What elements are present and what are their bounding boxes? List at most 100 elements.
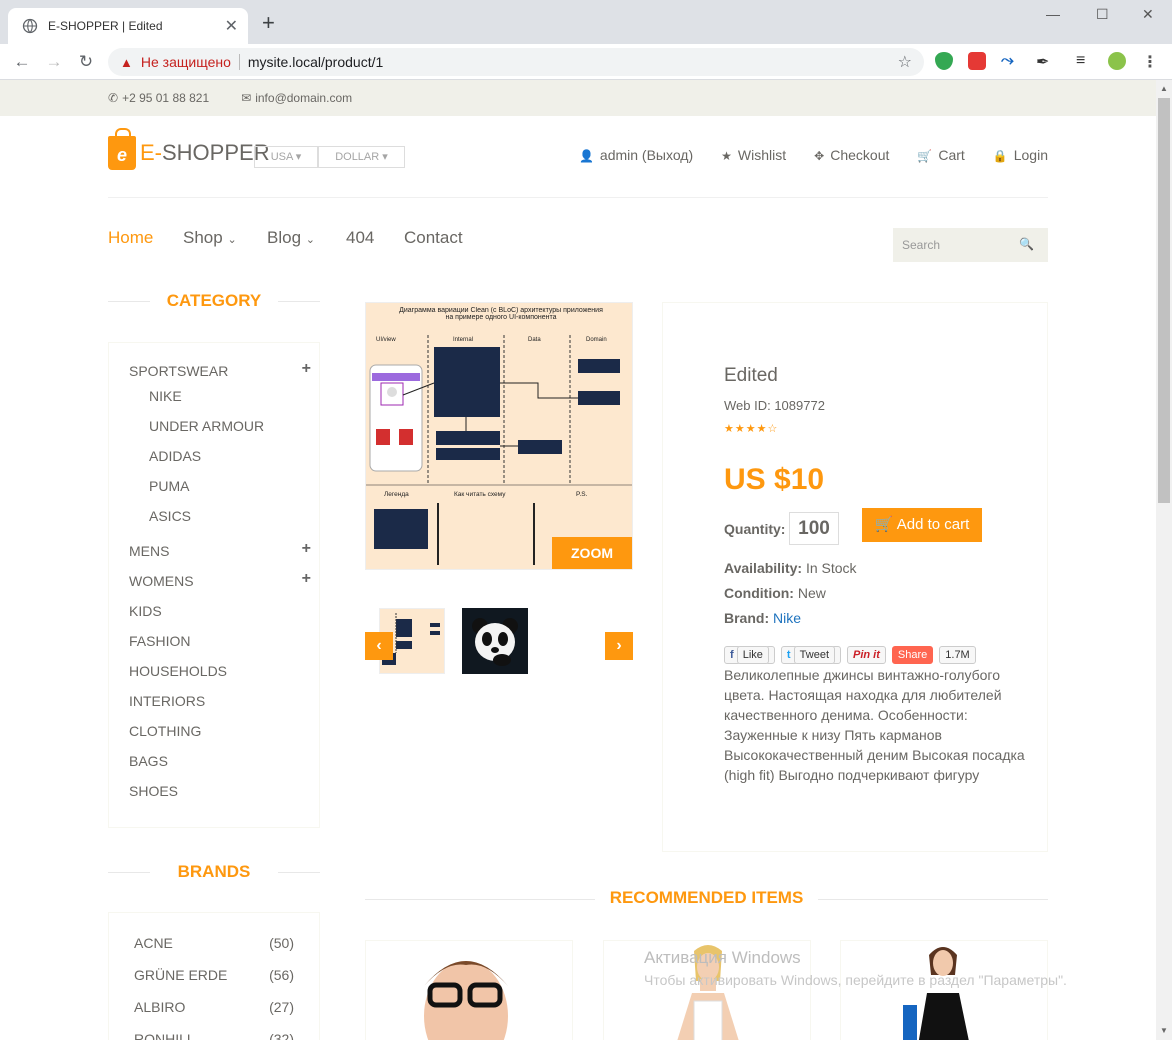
thumbnail-panda[interactable] bbox=[462, 608, 528, 674]
url-text: mysite.local/product/1 bbox=[247, 54, 384, 70]
brand-label: Brand: bbox=[724, 610, 770, 626]
quantity-input[interactable]: 100 bbox=[789, 512, 839, 545]
subcategory-nike[interactable]: NIKE bbox=[149, 388, 182, 404]
brand-link[interactable]: Nike bbox=[773, 610, 801, 626]
pinterest-button[interactable]: Pin it bbox=[847, 646, 886, 664]
country-dropdown[interactable]: USA ▾ bbox=[254, 146, 318, 168]
brand-item[interactable]: GRÜNE ERDE (56) bbox=[134, 967, 294, 983]
currency-value: DOLLAR bbox=[335, 151, 380, 163]
new-tab-icon[interactable]: + bbox=[262, 12, 275, 34]
facebook-like-button[interactable]: f Like bbox=[724, 646, 775, 664]
maximize-icon[interactable]: ☐ bbox=[1096, 6, 1109, 23]
category-households[interactable]: HOUSEHOLDS bbox=[129, 663, 227, 679]
chevron-down-icon: ⌄ bbox=[227, 234, 237, 246]
category-interiors[interactable]: INTERIORS bbox=[129, 693, 205, 709]
minimize-icon[interactable]: — bbox=[1046, 6, 1060, 22]
recommended-item[interactable] bbox=[365, 940, 573, 1040]
login-link[interactable]: 🔒 Login bbox=[993, 147, 1048, 163]
brand-item[interactable]: ACNE (50) bbox=[134, 935, 294, 951]
profile-avatar[interactable] bbox=[1108, 52, 1126, 70]
diagram-legend-label: Легенда bbox=[384, 491, 409, 498]
chrome-menu-icon[interactable]: ⋮ bbox=[1142, 52, 1160, 71]
category-clothing[interactable]: CLOTHING bbox=[129, 723, 201, 739]
brand-item[interactable]: ALBIRO (27) bbox=[134, 999, 294, 1015]
reload-icon[interactable]: ↻ bbox=[70, 52, 102, 72]
category-bags[interactable]: BAGS bbox=[129, 753, 168, 769]
cart-icon: 🛒 bbox=[874, 516, 897, 533]
condition-row: Condition: New bbox=[724, 585, 826, 601]
brand-item[interactable]: RONHILL (32) bbox=[134, 1031, 294, 1040]
video-extension-icon[interactable] bbox=[968, 52, 986, 70]
scrollbar-thumb[interactable] bbox=[1158, 98, 1170, 503]
category-mens[interactable]: MENS bbox=[129, 543, 169, 559]
product-description: Великолепные джинсы винтажно-голубого цв… bbox=[724, 667, 1025, 783]
nav-home[interactable]: Home bbox=[108, 228, 153, 248]
country-value: USA bbox=[270, 151, 293, 163]
category-fashion[interactable]: FASHION bbox=[129, 633, 190, 649]
expand-plus-icon[interactable]: + bbox=[302, 540, 311, 558]
media-control-icon[interactable]: ≡ bbox=[1076, 52, 1094, 70]
subcategory-asics[interactable]: ASICS bbox=[149, 508, 191, 524]
product-main-image[interactable]: Диаграмма вариации Clean (с BLoC) архите… bbox=[365, 302, 633, 570]
vertical-scrollbar[interactable]: ▲ ▼ bbox=[1156, 80, 1172, 1040]
eyedropper-extension-icon[interactable]: ✒ bbox=[1036, 52, 1054, 71]
category-shoes[interactable]: SHOES bbox=[129, 783, 178, 799]
add-to-cart-label: Add to cart bbox=[896, 516, 970, 533]
tweet-button[interactable]: t Tweet bbox=[780, 646, 842, 664]
product-name: Edited bbox=[724, 365, 778, 386]
currency-dropdown[interactable]: DOLLAR ▾ bbox=[318, 146, 405, 168]
recommended-item[interactable] bbox=[840, 940, 1048, 1040]
subcategory-adidas[interactable]: ADIDAS bbox=[149, 448, 201, 464]
category-womens[interactable]: WOMENS bbox=[129, 573, 194, 589]
brand-count: (56) bbox=[269, 967, 294, 983]
search-input[interactable]: Search 🔍 bbox=[893, 228, 1048, 262]
account-link[interactable]: 👤 admin (Выход) bbox=[579, 147, 693, 163]
brand-row: Brand: Nike bbox=[724, 610, 801, 626]
omnibox-divider bbox=[238, 54, 240, 70]
diagram-col-label: Data bbox=[528, 337, 541, 343]
add-to-cart-button[interactable]: 🛒 Add to cart bbox=[862, 508, 982, 542]
carousel-prev-button[interactable]: ‹ bbox=[365, 632, 393, 660]
checkout-link[interactable]: ✥ Checkout bbox=[814, 147, 889, 163]
expand-plus-icon[interactable]: + bbox=[302, 570, 311, 588]
omnibox[interactable]: ▲ Не защищено mysite.local/product/1 ☆ bbox=[108, 48, 924, 76]
site-logo[interactable]: e E-SHOPPER bbox=[108, 128, 270, 170]
back-icon[interactable]: ← bbox=[6, 52, 38, 72]
carousel-next-button[interactable]: › bbox=[605, 632, 633, 660]
cart-link[interactable]: 🛒 Cart bbox=[917, 147, 964, 163]
windows-activation-text: Чтобы активировать Windows, перейдите в … bbox=[644, 972, 1067, 988]
nav-blog[interactable]: Blog ⌄ bbox=[267, 228, 315, 248]
scroll-down-icon[interactable]: ▼ bbox=[1160, 1026, 1168, 1035]
brand-count: (50) bbox=[269, 935, 294, 951]
forward-icon[interactable]: → bbox=[38, 52, 70, 72]
acrobat-extension-icon[interactable]: ⤳ bbox=[1001, 52, 1019, 70]
bookmark-star-icon[interactable]: ☆ bbox=[898, 52, 912, 72]
share-button[interactable]: Share bbox=[891, 646, 934, 664]
subcategory-puma[interactable]: PUMA bbox=[149, 478, 189, 494]
main-navigation: Home Shop ⌄ Blog ⌄ 404 Contact Search 🔍 bbox=[108, 198, 1048, 304]
product-info-panel: Edited Web ID: 1089772 ★★★★☆ US $10 Quan… bbox=[662, 302, 1048, 852]
lock-icon: 🔒 bbox=[992, 149, 1008, 163]
category-sportswear[interactable]: SPORTSWEAR bbox=[129, 363, 228, 379]
subcategory-under-armour[interactable]: UNDER ARMOUR bbox=[149, 418, 264, 434]
nav-404[interactable]: 404 bbox=[346, 228, 374, 248]
diagram-col-label: Internal bbox=[453, 337, 473, 343]
product-price: US $10 bbox=[724, 463, 825, 496]
quantity-label: Quantity: bbox=[724, 521, 786, 537]
availability-row: Availability: In Stock bbox=[724, 560, 857, 576]
nav-contact[interactable]: Contact bbox=[404, 228, 463, 248]
like-label: Like bbox=[736, 646, 769, 664]
browser-tab-strip: E-SHOPPER | Edited ✕ + — ☐ ✕ bbox=[0, 0, 1172, 44]
scroll-up-icon[interactable]: ▲ bbox=[1160, 84, 1168, 93]
close-tab-icon[interactable]: ✕ bbox=[225, 16, 238, 36]
logo-text: E-SHOPPER bbox=[140, 140, 270, 166]
category-heading: CATEGORY bbox=[108, 291, 320, 311]
close-window-icon[interactable]: ✕ bbox=[1142, 6, 1154, 23]
nav-shop[interactable]: Shop ⌄ bbox=[183, 228, 237, 248]
expand-plus-icon[interactable]: + bbox=[302, 360, 311, 378]
zoom-button[interactable]: ZOOM bbox=[552, 537, 632, 569]
browser-tab[interactable]: E-SHOPPER | Edited ✕ bbox=[8, 8, 248, 44]
wishlist-link[interactable]: ★ Wishlist bbox=[721, 147, 786, 163]
panda-image bbox=[472, 618, 518, 666]
category-kids[interactable]: KIDS bbox=[129, 603, 162, 619]
